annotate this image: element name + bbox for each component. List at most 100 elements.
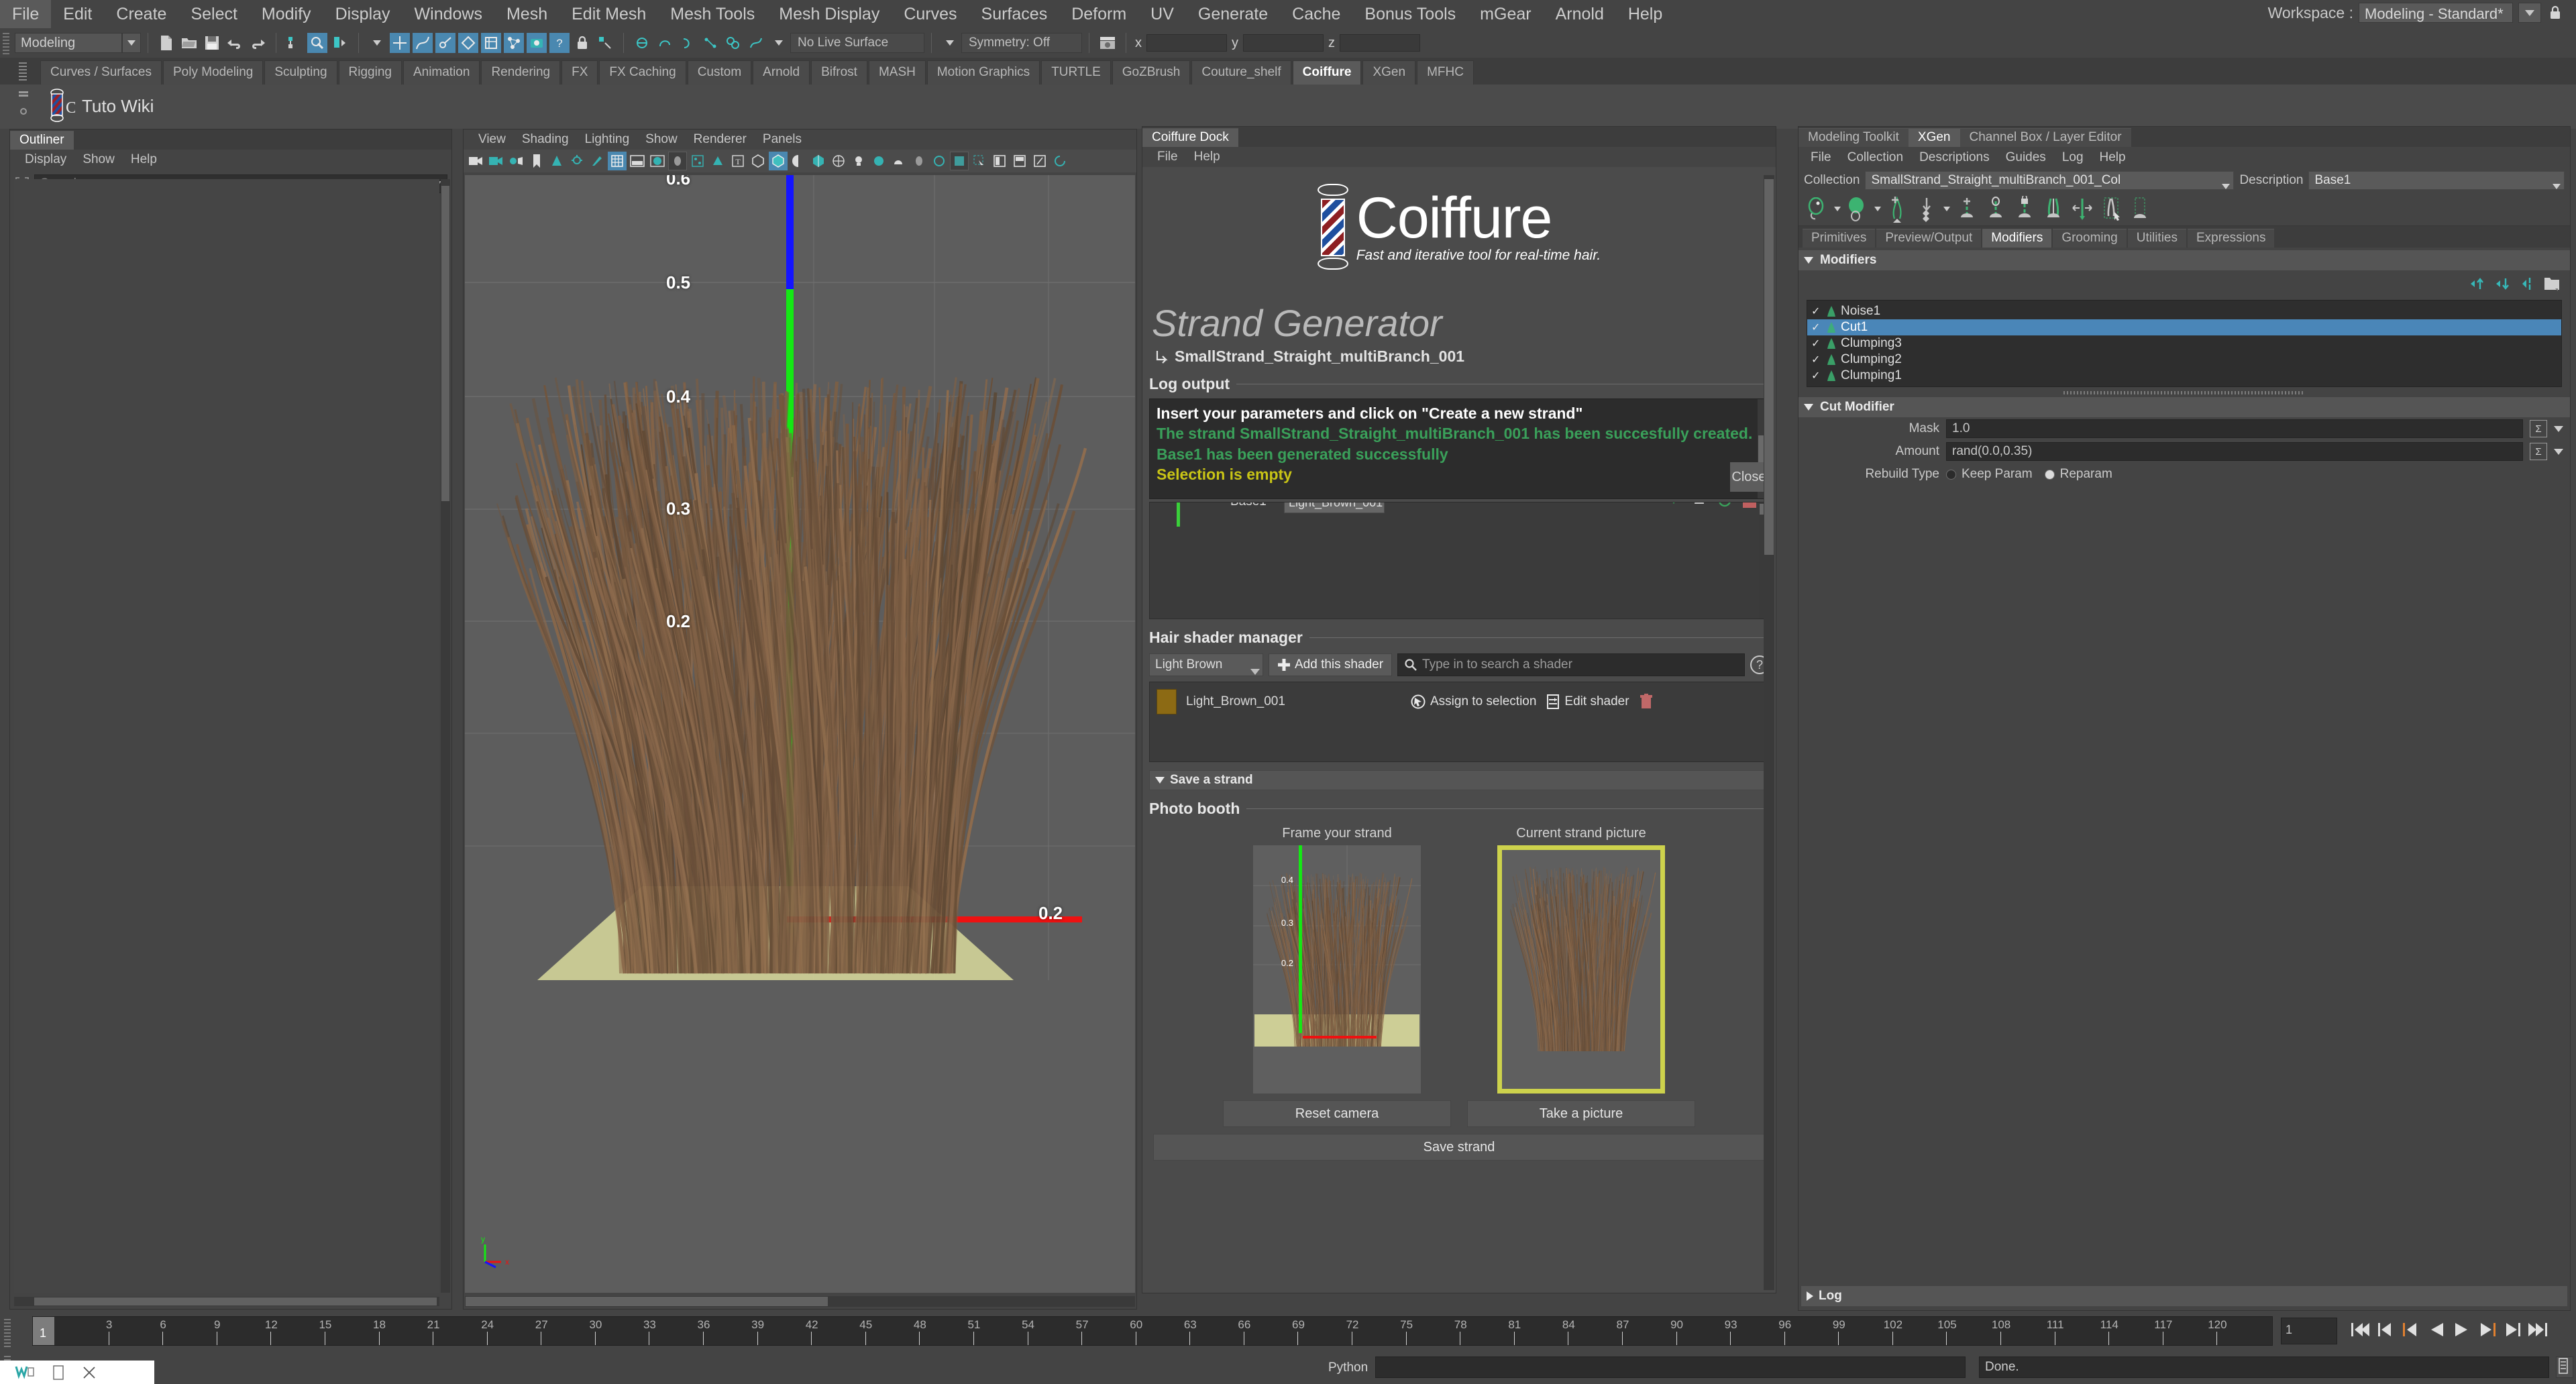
take-picture-button[interactable]: Take a picture [1467, 1100, 1695, 1127]
chevron-down-icon[interactable] [1873, 207, 1882, 211]
bulb-icon[interactable] [849, 152, 868, 170]
outliner-menu-help[interactable]: Help [123, 152, 165, 167]
shelf-tab-couture-shelf[interactable]: Couture_shelf [1191, 60, 1291, 85]
resize-handle[interactable] [2063, 391, 2305, 394]
snap-projection-icon[interactable] [458, 33, 478, 53]
camera-attributes-icon[interactable] [487, 152, 506, 170]
guide-region-icon[interactable] [2098, 195, 2125, 224]
xgen-menu-file[interactable]: File [1803, 150, 1839, 165]
construction-history-icon[interactable] [632, 33, 652, 53]
shelf-tab-mfhc[interactable]: MFHC [1417, 60, 1474, 85]
description-combo[interactable]: Base1 [2308, 171, 2565, 190]
folder-icon[interactable] [2543, 275, 2561, 292]
smooth-shade-icon[interactable] [648, 152, 667, 170]
shader-preset-combo[interactable]: Light Brown [1149, 653, 1263, 676]
guide-drop-icon[interactable] [1913, 195, 1940, 224]
lock-icon[interactable] [2546, 3, 2564, 23]
step-back-frame-icon[interactable] [2399, 1318, 2423, 1342]
shelf-tab-sculpting[interactable]: Sculpting [264, 60, 337, 85]
menu-item-select[interactable]: Select [178, 0, 249, 28]
go-to-end-icon[interactable] [2526, 1318, 2551, 1342]
menu-item-create[interactable]: Create [104, 0, 178, 28]
add-light-icon[interactable] [568, 152, 586, 170]
go-to-start-icon[interactable] [2348, 1318, 2372, 1342]
log-output-box[interactable]: Insert your parameters and click on "Cre… [1149, 398, 1769, 499]
menu-item-windows[interactable]: Windows [402, 0, 494, 28]
shader-list-row[interactable]: Light_Brown_001 Assign to selection Edit… [1157, 689, 1762, 714]
viewport-menu-lighting[interactable]: Lighting [577, 132, 638, 147]
menu-item-edit[interactable]: Edit [51, 0, 104, 28]
modifier-checkbox[interactable]: ✓ [1811, 369, 1822, 382]
modifiers-section-header[interactable]: Modifiers [1799, 250, 2570, 270]
make-live-icon[interactable] [504, 33, 524, 53]
current-time-indicator[interactable]: 1 [33, 1317, 54, 1345]
menu-item-display[interactable]: Display [323, 0, 402, 28]
time-slider-track[interactable]: 1 36912151821242730333639424548515457606… [32, 1316, 2273, 1346]
wireframe-icon[interactable] [608, 152, 627, 170]
menu-item-mesh[interactable]: Mesh [494, 0, 559, 28]
bookmark-icon[interactable] [527, 152, 546, 170]
help-icon[interactable]: ? [549, 33, 570, 53]
hypershade-icon[interactable] [723, 33, 743, 53]
menu-item-arnold[interactable]: Arnold [1544, 0, 1616, 28]
shaded-display-icon[interactable] [628, 152, 647, 170]
menu-item-cache[interactable]: Cache [1280, 0, 1352, 28]
create-description-icon[interactable] [1804, 195, 1831, 224]
shader-color-swatch[interactable] [1157, 689, 1177, 714]
menu-item-file[interactable]: File [0, 0, 51, 28]
amount-input[interactable]: rand(0.0,0.35) [1946, 442, 2523, 461]
menu-item-mesh-display[interactable]: Mesh Display [767, 0, 892, 28]
shelf-tab-fx[interactable]: FX [561, 60, 598, 85]
add-shader-button[interactable]: Add this shader [1269, 653, 1392, 676]
select-camera-icon[interactable] [467, 152, 486, 170]
menu-item-uv[interactable]: UV [1138, 0, 1186, 28]
shelf-options-icon[interactable] [16, 90, 31, 122]
outliner-menu-display[interactable]: Display [17, 152, 74, 167]
chevron-down-icon[interactable] [769, 33, 789, 53]
viewport-toggle-icon[interactable] [950, 152, 969, 170]
menu-item-modify[interactable]: Modify [250, 0, 323, 28]
curve-tool-icon[interactable] [746, 33, 766, 53]
modifier-item[interactable]: ✓Clumping2 [1807, 352, 2561, 368]
collection-combo[interactable]: SmallStrand_Straight_multiBranch_001_Col [1865, 171, 2234, 190]
shelf-grip[interactable] [19, 62, 27, 81]
shelf-tab-animation[interactable]: Animation [403, 60, 480, 85]
xgen-subtab-expressions[interactable]: Expressions [2188, 229, 2275, 248]
xgen-menu-guides[interactable]: Guides [1998, 150, 2054, 165]
coiffure-menu-file[interactable]: File [1149, 150, 1186, 164]
shadows-icon[interactable] [708, 152, 727, 170]
modifier-item[interactable]: ✓Noise1 [1807, 303, 2561, 319]
chevron-down-icon[interactable] [2518, 3, 2541, 23]
use-all-lights-icon[interactable] [688, 152, 707, 170]
xgen-tab-modeling-toolkit[interactable]: Modeling Toolkit [1799, 128, 1909, 147]
chevron-down-icon[interactable] [1833, 207, 1842, 211]
modifier-item[interactable]: ✓Clumping1 [1807, 368, 2561, 384]
viewport-menu-panels[interactable]: Panels [755, 132, 810, 147]
render-view-icon[interactable] [527, 33, 547, 53]
guide-pair-icon[interactable] [2040, 195, 2067, 224]
select-component-icon[interactable] [330, 33, 350, 53]
xgen-menu-descriptions[interactable]: Descriptions [1911, 150, 1998, 165]
save-scene-icon[interactable] [202, 33, 222, 53]
snap-view-plane-icon[interactable] [481, 33, 501, 53]
tab-coiffure-dock[interactable]: Coiffure Dock [1142, 128, 1238, 147]
shelf-tab-fx-caching[interactable]: FX Caching [599, 60, 686, 85]
duplicate-icon[interactable] [2520, 276, 2535, 292]
strand-parameters-area[interactable]: Base1 Light_Brown_001 [1149, 502, 1769, 619]
viewport-menu-view[interactable]: View [470, 132, 514, 147]
outliner-horizontal-scrollbar[interactable] [14, 1297, 439, 1306]
image-plane-icon[interactable] [547, 152, 566, 170]
radio-reparam[interactable] [2045, 470, 2055, 480]
shelf-tab-mash[interactable]: MASH [869, 60, 926, 85]
shelf-tab-custom[interactable]: Custom [688, 60, 751, 85]
move-down-icon[interactable] [2495, 276, 2512, 292]
modifier-checkbox[interactable]: ✓ [1811, 321, 1822, 334]
snap-curve-icon[interactable] [413, 33, 433, 53]
guide-clear-icon[interactable] [2127, 195, 2153, 224]
shelf-button-tuto-wiki[interactable]: C Tuto Wiki [48, 89, 154, 123]
snap-point-icon[interactable] [435, 33, 455, 53]
frame-strand-viewport[interactable]: 0.4 0.3 0.2 [1253, 845, 1421, 1094]
guide-lock-icon[interactable] [2011, 195, 2038, 224]
outliner-tree[interactable] [14, 179, 439, 1293]
xgen-menu-collection[interactable]: Collection [1839, 150, 1911, 165]
